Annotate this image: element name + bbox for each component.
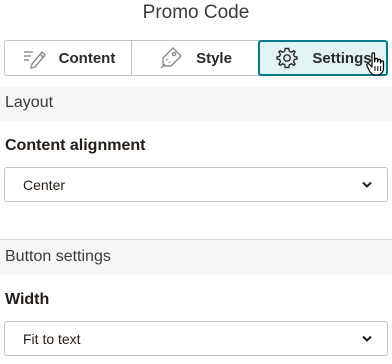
- panel-title: Promo Code: [142, 2, 250, 23]
- content-alignment-select[interactable]: Center: [4, 167, 388, 202]
- section-heading-layout: Layout: [5, 94, 54, 111]
- chevron-down-icon: [362, 181, 372, 188]
- section-header-button-settings: Button settings: [0, 239, 392, 275]
- hand-cursor-icon: [366, 52, 385, 76]
- chevron-down-icon: [362, 335, 372, 342]
- edit-pencil-icon: [21, 45, 47, 71]
- content-alignment-label: Content alignment: [5, 137, 146, 154]
- tab-settings-label: Settings: [312, 49, 372, 67]
- gear-icon: [274, 45, 300, 71]
- section-heading-button-settings: Button settings: [5, 248, 111, 265]
- width-label: Width: [5, 291, 50, 308]
- content-alignment-value: Center: [23, 177, 66, 193]
- tab-style-label: Style: [196, 49, 232, 67]
- paint-tag-icon: [158, 45, 184, 71]
- section-header-layout: Layout: [0, 86, 392, 121]
- tab-content-label: Content: [58, 49, 116, 67]
- width-value: Fit to text: [23, 331, 81, 347]
- width-select[interactable]: Fit to text: [4, 321, 388, 356]
- tab-bar: Content Style Settings: [4, 40, 388, 76]
- tab-content[interactable]: Content: [4, 40, 132, 76]
- tab-style[interactable]: Style: [132, 40, 259, 76]
